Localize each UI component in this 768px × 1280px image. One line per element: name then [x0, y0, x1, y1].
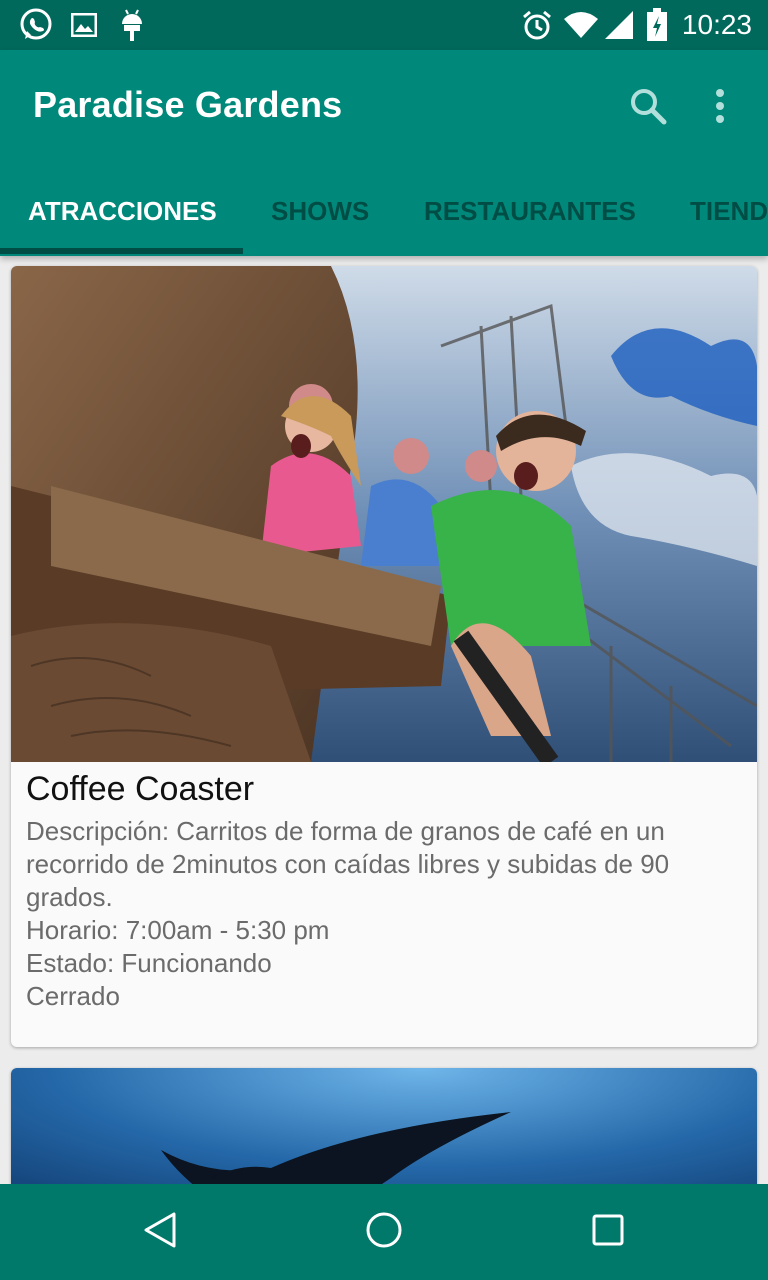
tab-atracciones[interactable]: ATRACCIONES — [28, 174, 217, 256]
back-button[interactable] — [128, 1200, 192, 1264]
more-vert-icon — [715, 88, 725, 129]
search-button[interactable] — [624, 84, 672, 132]
search-icon — [628, 86, 668, 131]
signal-icon — [602, 0, 636, 50]
tab-tiendas[interactable]: TIENDAS — [690, 174, 768, 256]
app-bar: Paradise Gardens ATRACCIONES SHOWS RESTA… — [0, 50, 768, 256]
tab-restaurantes[interactable]: RESTAURANTES — [424, 174, 636, 256]
card-body: Descripción: Carritos de forma de granos… — [26, 815, 746, 1013]
app-title: Paradise Gardens — [33, 84, 343, 125]
card-description: Descripción: Carritos de forma de granos… — [26, 816, 677, 912]
wifi-icon — [562, 0, 600, 50]
alarm-icon — [520, 0, 554, 50]
battery-icon — [644, 0, 670, 50]
tab-shows[interactable]: SHOWS — [271, 174, 369, 256]
whatsapp-icon — [16, 0, 56, 50]
overflow-menu-button[interactable] — [700, 84, 740, 132]
tab-bar: ATRACCIONES SHOWS RESTAURANTES TIENDAS — [0, 174, 768, 256]
android-icon — [118, 0, 146, 50]
tab-indicator — [0, 248, 243, 254]
home-icon — [364, 1210, 404, 1255]
card-schedule: Horario: 7:00am - 5:30 pm — [26, 915, 330, 945]
attraction-card[interactable]: Coffee Coaster Descripción: Carritos de … — [11, 266, 757, 1047]
status-time: 10:23 — [681, 9, 752, 40]
navigation-bar — [0, 1184, 768, 1280]
back-icon — [140, 1210, 180, 1255]
card-title: Coffee Coaster — [26, 770, 255, 808]
home-button[interactable] — [352, 1200, 416, 1264]
status-bar: 10:23 — [0, 0, 768, 50]
recents-button[interactable] — [576, 1200, 640, 1264]
card-status: Estado: Funcionando — [26, 948, 272, 978]
recents-icon — [590, 1212, 626, 1253]
roller-coaster-riders-photo — [11, 266, 757, 762]
image-icon — [70, 0, 98, 50]
card-state: Cerrado — [26, 981, 120, 1011]
